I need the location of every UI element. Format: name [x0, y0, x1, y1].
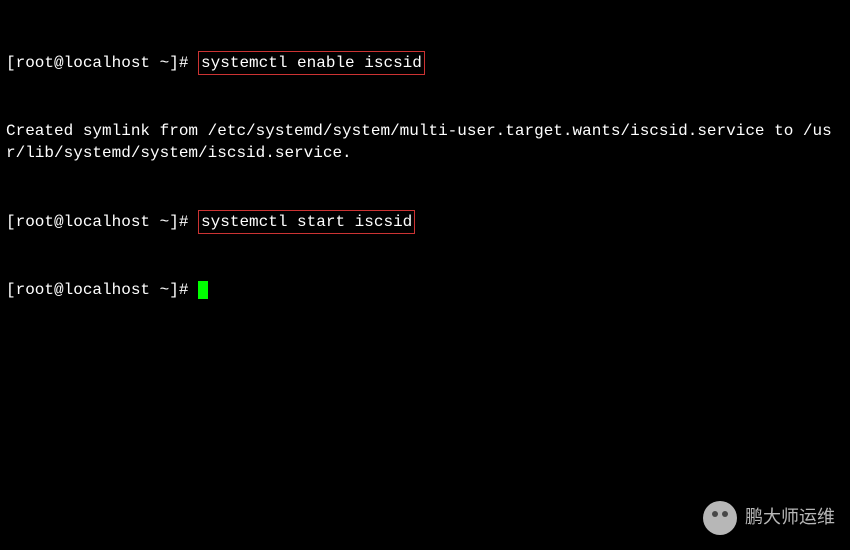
shell-prompt: [root@localhost ~]# [6, 54, 198, 72]
watermark: 鹏大师运维 [703, 501, 835, 535]
output-line-symlink: Created symlink from /etc/systemd/system… [6, 120, 844, 165]
prompt-line-2: [root@localhost ~]# systemctl start iscs… [6, 210, 844, 234]
watermark-icon [703, 501, 737, 535]
highlighted-command-enable: systemctl enable iscsid [198, 51, 425, 75]
terminal-cursor[interactable] [198, 281, 208, 299]
prompt-line-1: [root@localhost ~]# systemctl enable isc… [6, 51, 844, 75]
prompt-line-3: [root@localhost ~]# [6, 279, 844, 301]
shell-prompt: [root@localhost ~]# [6, 213, 198, 231]
terminal-output[interactable]: [root@localhost ~]# systemctl enable isc… [6, 6, 844, 323]
highlighted-command-start: systemctl start iscsid [198, 210, 415, 234]
shell-prompt: [root@localhost ~]# [6, 281, 198, 299]
watermark-text: 鹏大师运维 [745, 505, 835, 530]
